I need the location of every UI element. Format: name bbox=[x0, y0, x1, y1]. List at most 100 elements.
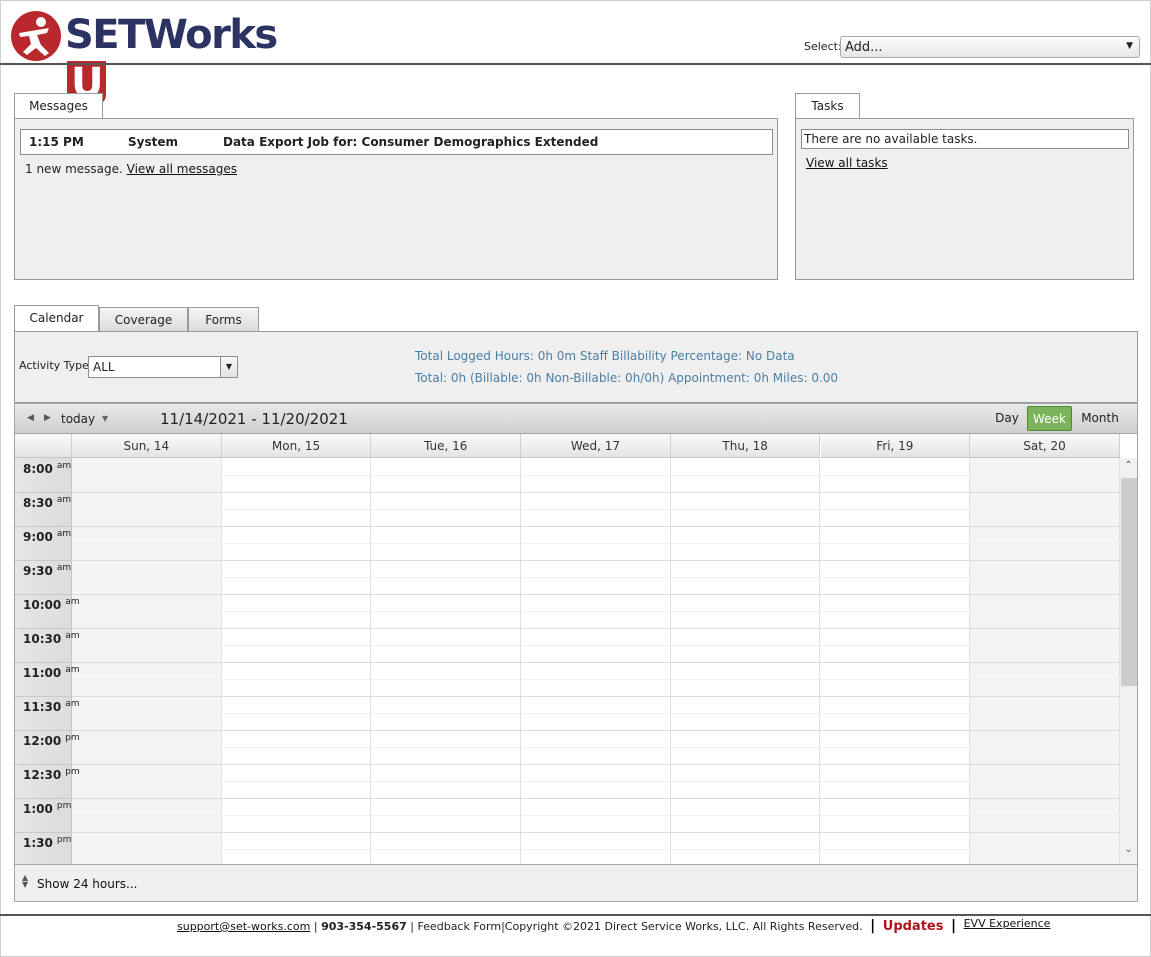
slot-line bbox=[72, 832, 1120, 833]
scroll-up-icon[interactable]: ⌃ bbox=[1120, 460, 1137, 471]
time-value: 12:30 bbox=[23, 768, 62, 782]
header-divider bbox=[0, 63, 1151, 65]
view-all-tasks-link[interactable]: View all tasks bbox=[806, 156, 888, 170]
half-slot-line bbox=[72, 781, 1120, 782]
tab-forms[interactable]: Forms bbox=[188, 307, 259, 332]
vertical-scrollbar[interactable]: ⌃ ⌄ bbox=[1120, 458, 1137, 864]
time-line bbox=[15, 560, 72, 561]
day-header: Fri, 19 bbox=[820, 434, 971, 458]
slot-line bbox=[72, 798, 1120, 799]
time-value: 10:00 bbox=[23, 598, 62, 612]
slot-line bbox=[72, 662, 1120, 663]
half-slot-line bbox=[72, 475, 1120, 476]
tab-tasks[interactable]: Tasks bbox=[795, 93, 860, 119]
view-day-button[interactable]: Day bbox=[990, 406, 1024, 431]
day-column[interactable] bbox=[820, 458, 971, 864]
slot-line bbox=[72, 594, 1120, 595]
evv-experience-link[interactable]: EVV Experience bbox=[964, 917, 1051, 930]
day-column[interactable] bbox=[72, 458, 222, 864]
day-column[interactable] bbox=[970, 458, 1120, 864]
expand-hours-icon[interactable]: ▲ ▼ bbox=[22, 874, 28, 889]
tasks-panel: There are no available tasks. View all t… bbox=[795, 118, 1134, 280]
time-line bbox=[15, 798, 72, 799]
half-slot-line bbox=[72, 747, 1120, 748]
half-slot-line bbox=[72, 543, 1120, 544]
add-select-value: Add... bbox=[845, 40, 883, 55]
next-arrow-icon[interactable]: ▶ bbox=[44, 413, 51, 423]
slot-line bbox=[72, 764, 1120, 765]
time-label: 1:30 pm bbox=[15, 835, 72, 850]
view-month-button[interactable]: Month bbox=[1077, 406, 1123, 431]
time-line bbox=[15, 492, 72, 493]
time-period: pm bbox=[56, 835, 72, 845]
scroll-down-icon[interactable]: ⌄ bbox=[1120, 844, 1137, 855]
date-range: 11/14/2021 - 11/20/2021 bbox=[160, 410, 348, 428]
half-slot-line bbox=[72, 611, 1120, 612]
day-header: Thu, 18 bbox=[670, 434, 821, 458]
tab-messages[interactable]: Messages bbox=[14, 93, 103, 119]
time-value: 12:00 bbox=[23, 734, 62, 748]
separator: | bbox=[870, 918, 876, 934]
time-value: 11:30 bbox=[23, 700, 62, 714]
time-value: 1:00 bbox=[23, 802, 53, 816]
day-column[interactable] bbox=[371, 458, 522, 864]
chevron-down-icon[interactable]: ▼ bbox=[220, 357, 237, 377]
message-from: System bbox=[128, 135, 178, 149]
separator: | bbox=[950, 918, 957, 934]
tab-coverage[interactable]: Coverage bbox=[99, 307, 188, 332]
message-time: 1:15 PM bbox=[29, 135, 84, 149]
updates-link[interactable]: Updates bbox=[883, 919, 944, 934]
add-select[interactable]: Add... ▼ bbox=[840, 36, 1140, 58]
day-column[interactable] bbox=[521, 458, 671, 864]
time-line bbox=[15, 628, 72, 629]
time-period: am bbox=[56, 563, 72, 573]
time-label: 11:30 am bbox=[15, 699, 80, 714]
time-value: 9:30 bbox=[23, 564, 53, 578]
time-label: 1:00 pm bbox=[15, 801, 72, 816]
day-header: Tue, 16 bbox=[371, 434, 522, 458]
time-line bbox=[15, 832, 72, 833]
slot-line bbox=[72, 628, 1120, 629]
day-header: Sun, 14 bbox=[72, 434, 222, 458]
time-label: 9:30 am bbox=[15, 563, 72, 578]
slot-line bbox=[72, 730, 1120, 731]
today-button[interactable]: today bbox=[61, 412, 95, 426]
time-period: am bbox=[56, 529, 72, 539]
day-header: Sat, 20 bbox=[970, 434, 1120, 458]
time-label: 11:00 am bbox=[15, 665, 80, 680]
time-line bbox=[15, 730, 72, 731]
prev-arrow-icon[interactable]: ◀ bbox=[27, 413, 34, 423]
time-value: 8:30 bbox=[23, 496, 53, 510]
time-label: 12:30 pm bbox=[15, 767, 80, 782]
time-label: 8:00 am bbox=[15, 461, 72, 476]
message-row[interactable]: 1:15 PM System Data Export Job for: Cons… bbox=[20, 129, 773, 155]
tasks-empty-row: There are no available tasks. bbox=[801, 129, 1129, 149]
half-slot-line bbox=[72, 645, 1120, 646]
time-label: 12:00 pm bbox=[15, 733, 80, 748]
half-slot-line bbox=[72, 849, 1120, 850]
time-value: 8:00 bbox=[23, 462, 53, 476]
tab-calendar[interactable]: Calendar bbox=[14, 305, 99, 332]
message-note: 1 new message. View all messages bbox=[25, 162, 237, 176]
day-column[interactable] bbox=[670, 458, 821, 864]
view-all-messages-link[interactable]: View all messages bbox=[127, 162, 237, 176]
time-line bbox=[15, 662, 72, 663]
support-email-link[interactable]: support@set-works.com bbox=[177, 920, 310, 933]
time-period: am bbox=[65, 597, 80, 607]
day-column[interactable] bbox=[221, 458, 372, 864]
day-header: Mon, 15 bbox=[221, 434, 372, 458]
activity-type-select[interactable]: ALL ▼ bbox=[88, 356, 238, 378]
time-period: am bbox=[65, 665, 80, 675]
view-week-button[interactable]: Week bbox=[1027, 406, 1072, 431]
time-period: am bbox=[56, 461, 72, 471]
time-header-corner bbox=[15, 434, 72, 458]
caret-down-icon[interactable]: ▼ bbox=[102, 414, 108, 423]
show-24-hours-link[interactable]: Show 24 hours... bbox=[37, 877, 137, 891]
time-label: 9:00 am bbox=[15, 529, 72, 544]
support-phone: 903-354-5567 bbox=[321, 920, 407, 933]
setworks-logo[interactable]: SETWorksU bbox=[11, 9, 311, 105]
scroll-thumb[interactable] bbox=[1121, 478, 1137, 686]
feedback-form-link[interactable]: Feedback Form bbox=[417, 920, 501, 933]
time-value: 11:00 bbox=[23, 666, 62, 680]
time-period: pm bbox=[65, 767, 80, 777]
